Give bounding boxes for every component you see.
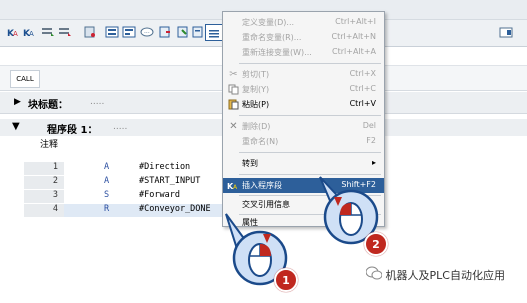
menu-label: 删除(D) (242, 122, 271, 131)
operand: #Direction (139, 162, 191, 172)
menu-label: 复制(Y) (242, 85, 270, 94)
menu-separator (239, 152, 381, 153)
operator: S (104, 190, 110, 200)
call-button[interactable]: CALL (10, 70, 40, 88)
menu-item-rename[interactable]: 重命名(N) F2 (223, 134, 384, 149)
code-row[interactable]: 3 S #Forward (24, 190, 224, 203)
menu-shortcut: Ctrl+Alt+I (335, 17, 376, 26)
menu-shortcut: Ctrl+X (349, 69, 376, 78)
block-title-label: 块标题： (28, 100, 68, 111)
insert-network-icon: KA (227, 179, 240, 192)
menu-label: 重新连接变量(W)... (242, 48, 312, 57)
toolbar-icon-1[interactable]: KA (6, 24, 21, 39)
code-table: 1 A #Direction 2 A #START_INPUT 3 S #For… (24, 162, 224, 218)
menu-shortcut: Ctrl+Alt+A (332, 47, 376, 56)
menu-separator (239, 115, 381, 116)
watermark: 机器人及PLC自动化应用 (365, 266, 505, 283)
operator: R (104, 204, 110, 214)
wechat-icon (365, 266, 383, 283)
operand: #START_INPUT (139, 176, 201, 186)
menu-shortcut: Del (362, 121, 376, 130)
watermark-text: 机器人及PLC自动化应用 (385, 268, 505, 282)
code-row[interactable]: 2 A #START_INPUT (24, 176, 224, 189)
paste-icon (227, 98, 240, 111)
line-number: 4 (24, 204, 64, 217)
submenu-arrow-icon: ▸ (371, 158, 376, 167)
toolbar-icon-11[interactable] (190, 24, 205, 39)
menu-separator (239, 63, 381, 64)
svg-text:A: A (233, 184, 238, 191)
menu-label: 重命名变量(R)... (242, 33, 302, 42)
menu-item-delete[interactable]: ✕ 删除(D) Del (223, 119, 384, 134)
operator: A (104, 162, 110, 172)
toolbar-icon-2[interactable]: KA (22, 24, 37, 39)
menu-item-goto[interactable]: 转到 ▸ (223, 156, 384, 171)
menu-shortcut: F2 (366, 136, 376, 145)
menu-label: 转到 (242, 159, 258, 168)
menu-item-define-variable[interactable]: 定义变量(D)... Ctrl+Alt+I (223, 15, 384, 30)
operator: A (104, 176, 110, 186)
toolbar-icon-7[interactable] (121, 24, 136, 39)
comment-label: 注释 (40, 140, 59, 150)
menu-item-rewire-variable[interactable]: 重新连接变量(W)... Ctrl+Alt+A (223, 45, 384, 60)
toolbar-icon-10[interactable] (175, 24, 190, 39)
cut-icon: ✂ (229, 69, 238, 80)
svg-text:···: ··· (144, 30, 150, 37)
menu-item-cut[interactable]: ✂ 剪切(T) Ctrl+X (223, 67, 384, 82)
menu-shortcut: Ctrl+C (349, 84, 376, 93)
menu-item-rename-variable[interactable]: 重命名变量(R)... Ctrl+Alt+N (223, 30, 384, 45)
delete-icon: ✕ (229, 121, 238, 132)
operand: #Forward (139, 190, 180, 200)
toolbar-icon-4[interactable] (57, 24, 72, 39)
menu-item-copy[interactable]: 复制(Y) Ctrl+C (223, 82, 384, 97)
menu-label: 定义变量(D)... (242, 18, 295, 27)
collapse-arrow-icon[interactable]: ▼ (12, 121, 20, 132)
code-row[interactable]: 1 A #Direction (24, 162, 224, 175)
menu-label: 插入程序段 (242, 181, 282, 190)
menu-item-paste[interactable]: 粘贴(P) Ctrl+V (223, 97, 384, 112)
toolbar-icon-12[interactable] (205, 24, 223, 41)
menu-shortcut: Ctrl+Alt+N (331, 32, 376, 41)
toolbar-icon-3[interactable] (40, 24, 55, 39)
line-number: 3 (24, 190, 64, 203)
menu-label: 剪切(T) (242, 70, 270, 79)
block-title-dots: ..... (90, 97, 105, 107)
toolbar-icon-right[interactable] (498, 24, 513, 39)
callout-badge-1: 1 (274, 268, 298, 292)
expand-arrow-icon[interactable]: ▶ (14, 97, 21, 107)
line-number: 2 (24, 176, 64, 189)
network-label: 程序段 1： (47, 125, 98, 136)
operand: #Conveyor_DONE (139, 204, 211, 214)
callout-badge-2: 2 (364, 232, 388, 256)
svg-text:A: A (29, 30, 34, 38)
menu-label: 交叉引用信息 (242, 200, 290, 209)
line-number: 1 (24, 162, 64, 175)
toolbar-icon-6[interactable] (104, 24, 119, 39)
toolbar-icon-8[interactable]: ··· (139, 24, 154, 39)
code-row-selected[interactable]: 4 R #Conveyor_DONE (24, 204, 224, 217)
network-dots: ..... (113, 122, 128, 132)
menu-label: 粘贴(P) (242, 100, 270, 109)
menu-shortcut: Ctrl+V (349, 99, 376, 108)
svg-text:A: A (13, 30, 18, 38)
menu-label: 重命名(N) (242, 137, 279, 146)
toolbar-icon-9[interactable] (157, 24, 172, 39)
copy-icon (227, 83, 240, 96)
toolbar-icon-5[interactable] (82, 24, 97, 39)
